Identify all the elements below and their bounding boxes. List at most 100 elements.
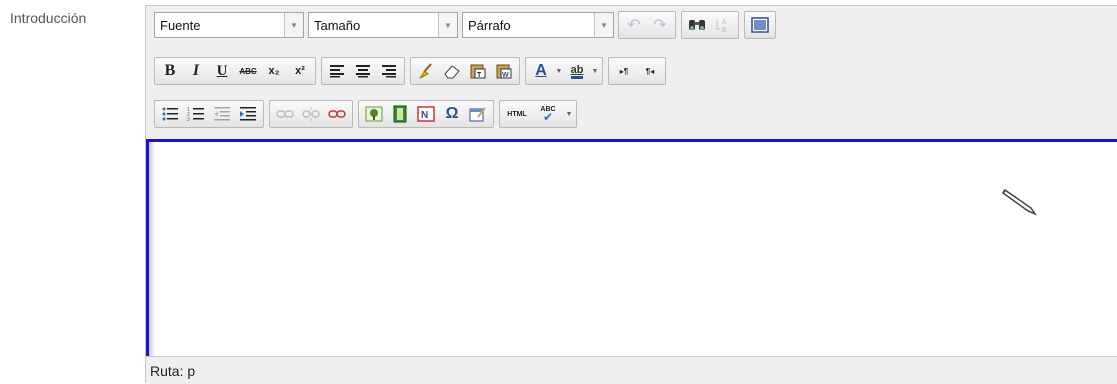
outdent-icon (214, 107, 230, 121)
history-group: ↶ ↷ (618, 11, 676, 39)
element-path: Ruta: p (150, 362, 196, 379)
highlight-color-dropdown[interactable]: ▼ (590, 59, 600, 83)
view-group (744, 11, 776, 39)
align-left-icon (330, 65, 344, 78)
special-char-button[interactable]: Ω (439, 102, 465, 126)
italic-button[interactable]: I (183, 59, 209, 83)
nonbreaking-button[interactable]: N (413, 102, 439, 126)
anchor-button[interactable] (324, 102, 350, 126)
editor-content-area[interactable] (146, 139, 1117, 374)
paste-text-icon: T (470, 64, 486, 79)
bullet-list-button[interactable] (157, 102, 183, 126)
list-group: 123 (154, 100, 264, 128)
clean-up-button[interactable] (413, 59, 439, 83)
font-family-select-value: Fuente (160, 17, 201, 33)
tools-group: HTML ABC ✔ ▼ (499, 100, 577, 128)
paragraph-format-select-value: Párrafo (468, 17, 511, 33)
paste-word-button[interactable]: W (491, 59, 517, 83)
font-size-select[interactable]: Tamaño ▼ (308, 12, 458, 38)
font-family-select[interactable]: Fuente ▼ (154, 12, 304, 38)
replace-icon: AB (716, 19, 727, 33)
rtl-button[interactable]: ¶◂ (637, 59, 663, 83)
cleanup-group: T W (410, 57, 520, 85)
unlink-icon (302, 107, 320, 121)
chevron-down-icon[interactable]: ▼ (594, 13, 613, 37)
insert-table-button[interactable] (465, 102, 491, 126)
direction-group: ▸¶ ¶◂ (608, 57, 666, 85)
superscript-button[interactable]: x² (287, 59, 313, 83)
svg-text:B: B (722, 27, 727, 33)
remove-format-button[interactable] (439, 59, 465, 83)
paste-word-icon: W (496, 64, 512, 79)
svg-text:W: W (502, 72, 509, 79)
anchor-link-icon (328, 110, 346, 118)
text-color-button[interactable]: A (528, 59, 554, 83)
redo-button[interactable]: ↷ (647, 13, 673, 37)
paragraph-format-select[interactable]: Párrafo ▼ (462, 12, 614, 38)
link-icon (276, 110, 294, 118)
html-source-button[interactable]: HTML (502, 102, 532, 126)
undo-icon: ↶ (627, 17, 641, 34)
color-group: A ▼ ab ▼ (525, 57, 603, 85)
unlink-button[interactable] (298, 102, 324, 126)
outdent-button[interactable] (209, 102, 235, 126)
redo-icon: ↷ (653, 17, 667, 34)
film-icon (393, 105, 407, 123)
indent-icon (240, 107, 256, 121)
status-bar: Ruta: p (146, 356, 1117, 384)
underline-button[interactable]: U (209, 59, 235, 83)
link-group (269, 100, 353, 128)
align-center-icon (356, 65, 370, 78)
text-color-dropdown[interactable]: ▼ (554, 59, 564, 83)
link-button[interactable] (272, 102, 298, 126)
text-style-group: B I U ABC x₂ x² (154, 57, 316, 85)
rich-text-editor: Fuente ▼ Tamaño ▼ Párrafo ▼ ↶ ↷ AB B I U… (145, 5, 1117, 384)
toolbar-row-1: Fuente ▼ Tamaño ▼ Párrafo ▼ ↶ ↷ AB (154, 11, 781, 39)
find-button[interactable] (684, 13, 710, 37)
svg-text:3: 3 (187, 117, 190, 122)
chevron-down-icon[interactable]: ▼ (284, 13, 303, 37)
font-size-select-value: Tamaño (314, 17, 361, 33)
image-icon (365, 106, 383, 122)
numbered-list-button[interactable]: 123 (183, 102, 209, 126)
alignment-group (321, 57, 405, 85)
eraser-icon (444, 65, 460, 79)
text-color-icon: A (535, 62, 547, 79)
search-group: AB (681, 11, 739, 39)
indent-button[interactable] (235, 102, 261, 126)
bold-button[interactable]: B (157, 59, 183, 83)
spellcheck-dropdown[interactable]: ▼ (564, 102, 574, 126)
ltr-button[interactable]: ▸¶ (611, 59, 637, 83)
paste-text-button[interactable]: T (465, 59, 491, 83)
highlight-color-button[interactable]: ab (564, 59, 590, 83)
insert-media-button[interactable] (387, 102, 413, 126)
svg-text:A: A (722, 19, 727, 26)
insert-group: N Ω (358, 100, 494, 128)
align-left-button[interactable] (324, 59, 350, 83)
align-right-icon (382, 65, 396, 78)
svg-text:T: T (477, 72, 482, 79)
chevron-down-icon[interactable]: ▼ (438, 13, 457, 37)
replace-button[interactable]: AB (710, 13, 736, 37)
fullscreen-button[interactable] (747, 13, 773, 37)
strikethrough-button[interactable]: ABC (235, 59, 261, 83)
undo-button[interactable]: ↶ (621, 13, 647, 37)
nonbreaking-icon: N (417, 106, 435, 122)
binoculars-icon (689, 20, 705, 30)
bullet-list-icon (162, 107, 178, 121)
broom-icon (419, 63, 432, 79)
spellcheck-button[interactable]: ABC ✔ (532, 102, 564, 126)
insert-image-button[interactable] (361, 102, 387, 126)
align-center-button[interactable] (350, 59, 376, 83)
numbered-list-icon: 123 (187, 107, 204, 122)
subscript-button[interactable]: x₂ (261, 59, 287, 83)
spellcheck-icon: ABC ✔ (540, 105, 556, 124)
align-right-button[interactable] (376, 59, 402, 83)
highlight-icon: ab (570, 64, 584, 79)
svg-text:N: N (421, 110, 428, 121)
field-label: Introducción (10, 10, 87, 26)
toolbar-row-3: 123 N Ω HTML ABC ✔ ▼ (154, 100, 582, 128)
content-area-shadow (149, 142, 155, 371)
edit-icon (469, 107, 486, 122)
toolbar-row-2: B I U ABC x₂ x² T W A ▼ ab ▼ ▸¶ ¶◂ (154, 57, 671, 85)
